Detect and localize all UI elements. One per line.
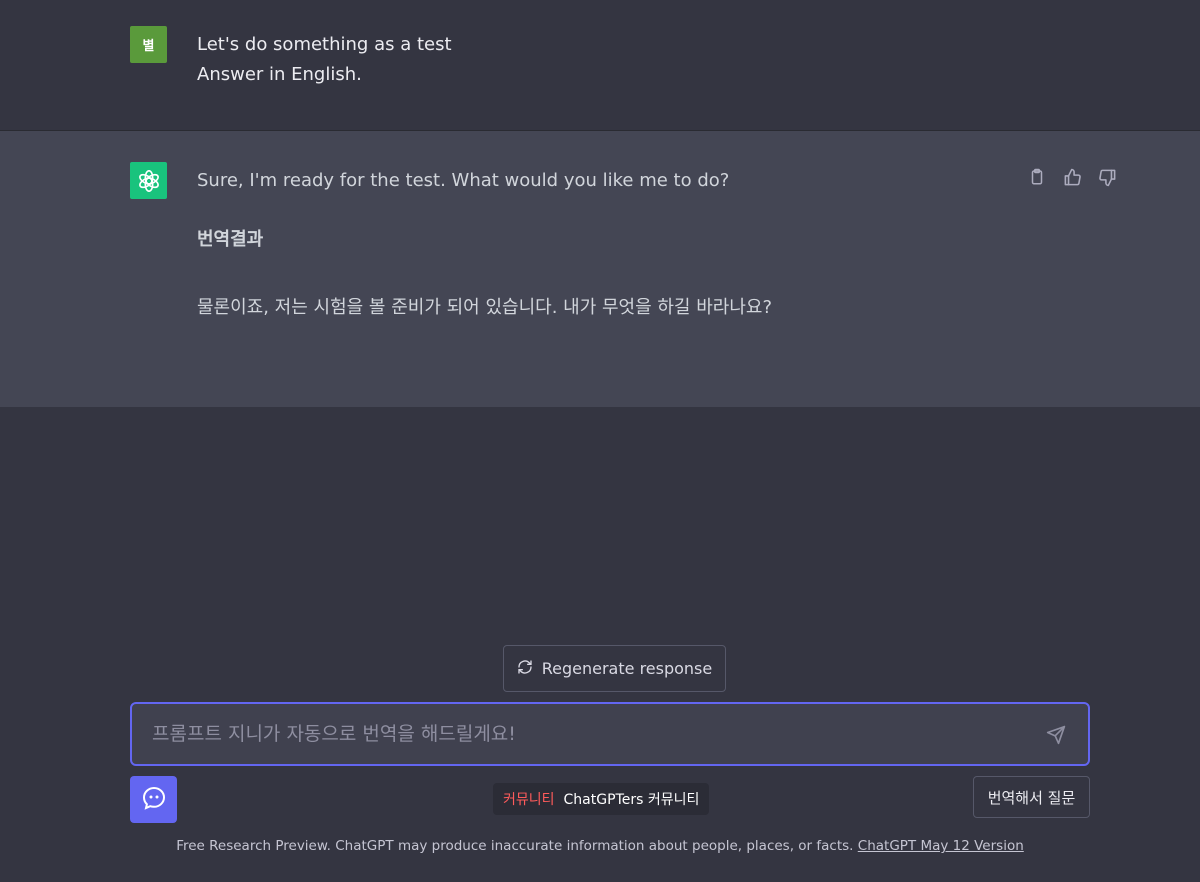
- prompt-input[interactable]: [152, 704, 1032, 764]
- user-message-line-1: Let's do something as a test: [197, 34, 452, 55]
- translation-text: 물론이죠, 저는 시험을 볼 준비가 되어 있습니다. 내가 무엇을 하길 바라…: [197, 297, 773, 318]
- thumbs-up-icon[interactable]: [1061, 166, 1083, 188]
- message-actions: [1026, 166, 1118, 188]
- assistant-message-text: Sure, I'm ready for the test. What would…: [197, 167, 997, 322]
- prompt-box: [130, 702, 1090, 766]
- prompt-genie-button[interactable]: [130, 776, 177, 823]
- assistant-message: Sure, I'm ready for the test. What would…: [0, 131, 1200, 407]
- community-link[interactable]: 커뮤니티 ChatGPTers 커뮤니티: [493, 783, 710, 815]
- user-message-text: Let's do something as a test Answer in E…: [197, 30, 452, 90]
- footer: Free Research Preview. ChatGPT may produ…: [0, 838, 1200, 854]
- copy-icon[interactable]: [1026, 166, 1048, 188]
- community-tag: 커뮤니티: [503, 792, 555, 808]
- translate-and-ask-button[interactable]: 번역해서 질문: [973, 776, 1090, 818]
- openai-logo-icon: [130, 162, 167, 199]
- translation-heading: 번역결과: [197, 229, 264, 250]
- user-message-line-2: Answer in English.: [197, 64, 362, 85]
- refresh-icon: [517, 659, 533, 679]
- community-name: ChatGPTers 커뮤니티: [563, 792, 700, 808]
- regenerate-response-button[interactable]: Regenerate response: [503, 645, 726, 692]
- assistant-answer: Sure, I'm ready for the test. What would…: [197, 170, 730, 191]
- user-avatar: 별: [130, 26, 167, 63]
- thumbs-down-icon[interactable]: [1096, 166, 1118, 188]
- regenerate-label: Regenerate response: [541, 659, 713, 678]
- send-icon[interactable]: [1046, 725, 1068, 747]
- footer-disclaimer: Free Research Preview. ChatGPT may produ…: [176, 838, 854, 854]
- version-link[interactable]: ChatGPT May 12 Version: [858, 838, 1024, 854]
- user-message: 별 Let's do something as a test Answer in…: [0, 0, 1200, 131]
- genie-face-icon: [141, 785, 167, 815]
